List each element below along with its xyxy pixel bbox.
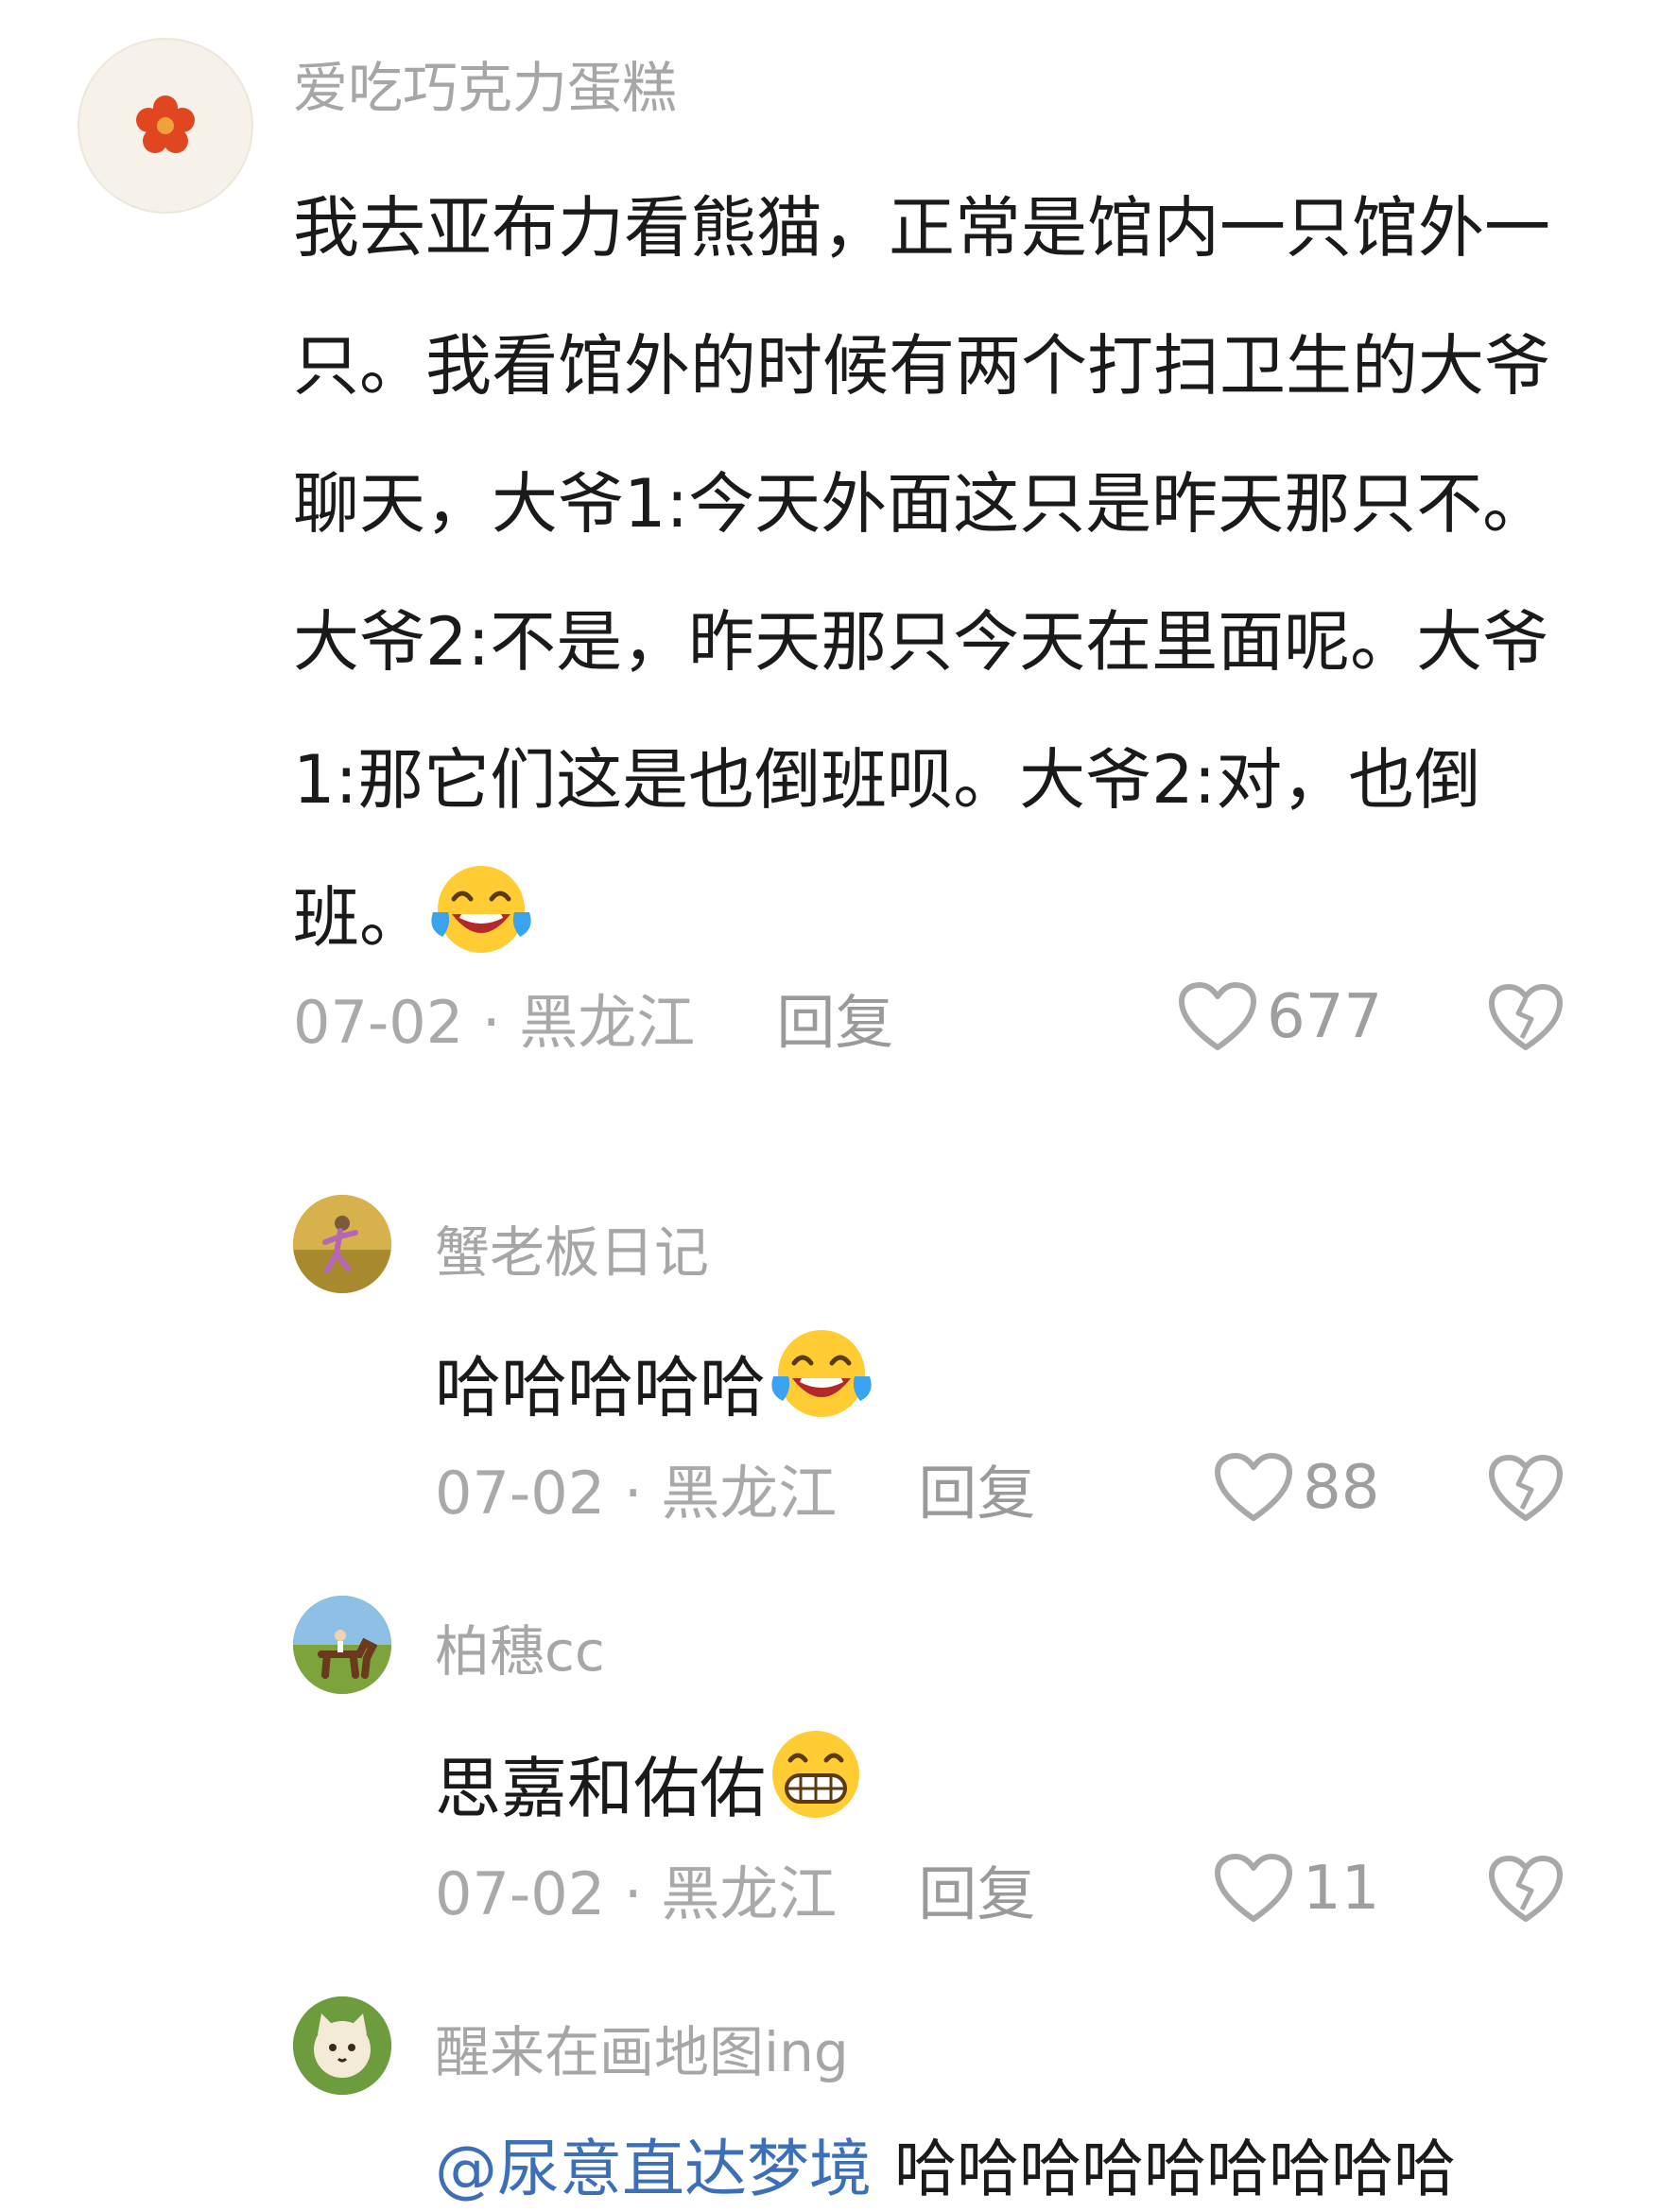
avatar-runner-image (293, 1195, 391, 1293)
reply-button[interactable]: 回复 (918, 1859, 1035, 1928)
avatar-horse-image (293, 1596, 391, 1694)
like-button[interactable]: 88 (1214, 1452, 1379, 1524)
heart-icon (1179, 982, 1256, 1050)
meta-separator: · (605, 1859, 662, 1928)
laughing-tears-emoji (766, 1325, 877, 1446)
avatar[interactable] (293, 1596, 391, 1694)
username[interactable]: 爱吃巧克力蛋糕 (293, 55, 677, 121)
username[interactable]: 蟹老板日记 (435, 1219, 709, 1286)
meta-separator: · (605, 1459, 662, 1528)
like-count: 11 (1303, 1854, 1380, 1924)
broken-heart-icon (1489, 1856, 1563, 1922)
like-button[interactable]: 11 (1214, 1853, 1379, 1925)
dislike-button[interactable] (1488, 1454, 1564, 1528)
comment-text: @尿意直达梦境 哈哈哈哈哈哈哈哈哈 (435, 2127, 1645, 2212)
broken-heart-icon (1489, 984, 1563, 1050)
heart-icon (1215, 1854, 1292, 1922)
reply-button[interactable]: 回复 (918, 1459, 1035, 1528)
flower-icon (136, 95, 195, 153)
dislike-button[interactable] (1488, 1855, 1564, 1928)
comment-date: 07-02 (293, 988, 464, 1057)
comment-text: 哈哈哈哈哈 (435, 1325, 1569, 1446)
dislike-button[interactable] (1488, 983, 1564, 1057)
avatar[interactable] (78, 38, 253, 214)
meta-separator: · (463, 988, 520, 1057)
like-count: 677 (1267, 982, 1383, 1052)
comment-location: 黑龙江 (519, 988, 696, 1057)
broken-heart-icon (1489, 1455, 1563, 1521)
avatar[interactable] (293, 1996, 391, 2095)
comment-body: 哈哈哈哈哈 (435, 1349, 766, 1426)
username[interactable]: 柏穗cc (435, 1618, 605, 1685)
like-button[interactable]: 677 (1178, 981, 1382, 1053)
comment-body: 哈哈哈哈哈哈哈哈哈 (894, 2133, 1456, 2205)
comment-meta: 07-02 · 黑龙江 回复 (435, 1456, 1035, 1531)
avatar[interactable] (293, 1195, 391, 1293)
comment-location: 黑龙江 (661, 1459, 838, 1528)
comment-date: 07-02 (435, 1859, 606, 1928)
comment-meta-visible: 07-02 · 黑龙江 回复 (293, 985, 893, 1061)
comment-text: 我去亚布力看熊猫，正常是馆内一只馆外一只。我看馆外的时候有两个打扫卫生的大爷聊天… (293, 159, 1560, 1004)
comment-body: 思嘉和佑佑 (435, 1750, 766, 1827)
mention-link[interactable]: @尿意直达梦境 (435, 2133, 872, 2205)
avatar-cat-image (293, 1996, 391, 2095)
comment-text: 思嘉和佑佑 (435, 1726, 1569, 1847)
comment-location: 黑龙江 (661, 1859, 838, 1928)
grinning-emoji (766, 1726, 866, 1847)
like-count: 88 (1303, 1453, 1380, 1523)
laughing-tears-emoji (425, 861, 537, 1004)
username[interactable]: 醒来在画地图ing (435, 2019, 849, 2085)
comment-date: 07-02 (435, 1459, 606, 1528)
reply-button[interactable]: 回复 (776, 988, 893, 1057)
comment-item: 爱吃巧克力蛋糕 我去亚布力看熊猫，正常是馆内一只馆外一只。我看馆外的时候有两个打… (0, 0, 1660, 957)
comment-body: 我去亚布力看熊猫，正常是馆内一只馆外一只。我看馆外的时候有两个打扫卫生的大爷聊天… (293, 189, 1550, 957)
heart-icon (1215, 1453, 1292, 1521)
comment-meta: 07-02 · 黑龙江 回复 (435, 1857, 1035, 1932)
